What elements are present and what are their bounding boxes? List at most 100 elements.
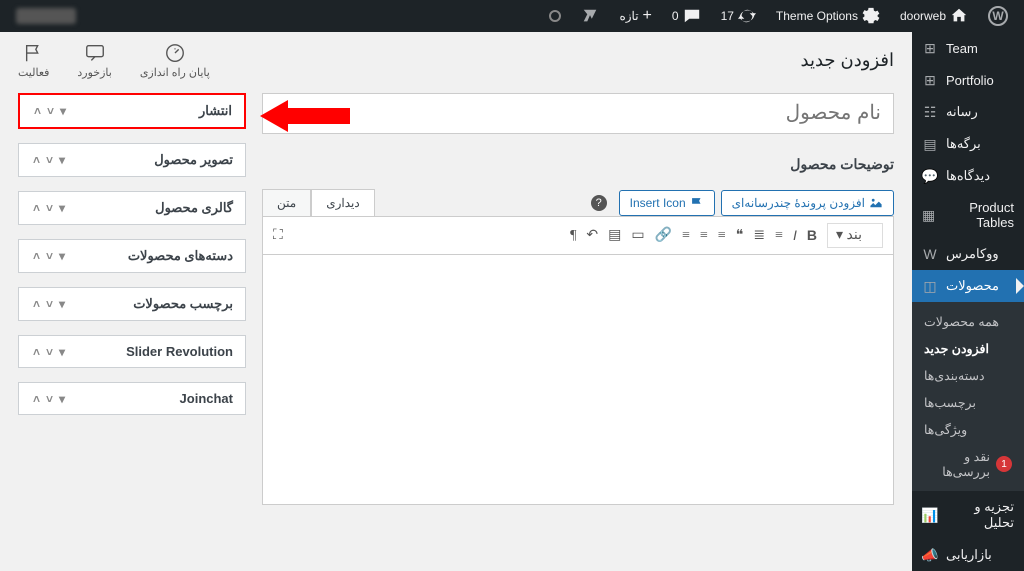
new-content-link[interactable]: + تازه [611, 0, 659, 32]
menu-icon: ☷ [922, 104, 938, 120]
metabox-up-icon[interactable]: ˄ [31, 297, 42, 311]
menu-item[interactable]: برگه‌ها▤ [912, 128, 1024, 160]
flag-small-icon [690, 196, 704, 210]
metabox-up-icon[interactable]: ˄ [31, 392, 42, 406]
menu-item[interactable]: Portfolio⊞ [912, 64, 1024, 96]
activity-action[interactable]: فعالیت [18, 42, 49, 79]
feedback-action[interactable]: بازخورد [77, 42, 111, 79]
menu-icon: ▤ [922, 136, 938, 152]
metabox-up-icon[interactable]: ˄ [31, 249, 42, 263]
menu-item[interactable]: دیدگاه‌ها💬 [912, 160, 1024, 192]
metabox-toggle-icon[interactable]: ▾ [57, 201, 67, 215]
help-icon[interactable]: ? [591, 195, 607, 211]
count-badge: 1 [996, 456, 1012, 472]
metabox: برچسب محصولات ˄ ˅ ▾ [18, 287, 246, 321]
admin-bar: W doorweb Theme Options 17 0 + تازه [0, 0, 1024, 32]
product-title-input[interactable] [262, 93, 894, 134]
undo-button[interactable]: ↶ [586, 227, 598, 244]
metabox-header[interactable]: Joinchat ˄ ˅ ▾ [19, 383, 245, 414]
metabox-header[interactable]: انتشار ˄ ˅ ▾ [20, 95, 244, 127]
align-center-button[interactable]: ≡ [700, 228, 708, 244]
metabox: گالری محصول ˄ ˅ ▾ [18, 191, 246, 225]
ltr-button[interactable]: ¶‎ [570, 228, 576, 244]
flag-icon [23, 42, 45, 64]
metabox-down-icon[interactable]: ˅ [45, 104, 56, 118]
submenu-item[interactable]: ویژگی‌ها [912, 416, 1024, 443]
metabox-header[interactable]: Slider Revolution ˄ ˅ ▾ [19, 336, 245, 367]
metabox-up-icon[interactable]: ˄ [31, 153, 42, 167]
metabox-down-icon[interactable]: ˅ [44, 345, 55, 359]
metabox-up-icon[interactable]: ˄ [32, 104, 43, 118]
menu-item[interactable]: رسانه☷ [912, 96, 1024, 128]
readmore-button[interactable]: ▤ [608, 227, 621, 244]
metabox-down-icon[interactable]: ˅ [44, 249, 55, 263]
menu-item[interactable]: تجزیه و تحلیل📊 [912, 491, 1024, 539]
circle-indicator[interactable] [541, 0, 569, 32]
metabox-title: تصویر محصول [154, 152, 233, 168]
finish-setup-action[interactable]: پایان راه اندازی [140, 42, 210, 79]
comments-link[interactable]: 0 [664, 0, 709, 32]
editor-canvas[interactable] [262, 255, 894, 505]
menu-item[interactable]: Team⊞ [912, 32, 1024, 64]
ul-button[interactable]: ≡ [775, 228, 783, 244]
metabox-toggle-icon[interactable]: ▾ [57, 345, 67, 359]
submenu-item[interactable]: دسته‌بندی‌ها [912, 362, 1024, 389]
metabox-up-icon[interactable]: ˄ [31, 345, 42, 359]
metabox-down-icon[interactable]: ˅ [44, 392, 55, 406]
metabox-header[interactable]: تصویر محصول ˄ ˅ ▾ [19, 144, 245, 176]
user-account[interactable] [8, 0, 84, 32]
menu-icon: W [922, 246, 938, 262]
metabox-down-icon[interactable]: ˅ [44, 297, 55, 311]
add-media-button[interactable]: افزودن پروندهٔ چندرسانه‌ای [721, 190, 894, 216]
updates-link[interactable]: 17 [713, 0, 764, 32]
menu-products[interactable]: محصولات ◫ [912, 270, 1024, 302]
quote-button[interactable]: ❝ [736, 227, 744, 244]
submenu-item[interactable]: افزودن جدید [912, 335, 1024, 362]
metabox-toggle-icon[interactable]: ▾ [58, 104, 68, 118]
metabox-up-icon[interactable]: ˄ [31, 201, 42, 215]
submenu-item[interactable]: همه محصولات [912, 308, 1024, 335]
chat-icon [84, 42, 106, 64]
editor-toolbar: بند ▾ B I ≡ ≣ ❝ ≡ ≡ ≡ 🔗 ▭ ▤ ↶ [262, 216, 894, 255]
ol-button[interactable]: ≣ [753, 227, 765, 244]
metabox: تصویر محصول ˄ ˅ ▾ [18, 143, 246, 177]
theme-options-link[interactable]: Theme Options [768, 0, 888, 32]
products-submenu: همه محصولاتافزودن جدیددسته‌بندی‌هابرچسب‌… [912, 302, 1024, 491]
tab-text[interactable]: متن [262, 189, 311, 216]
metabox-title: انتشار [199, 103, 232, 119]
site-home-link[interactable]: doorweb [892, 0, 976, 32]
menu-item[interactable]: ووکامرسW [912, 238, 1024, 270]
insert-icon-button[interactable]: Insert Icon [619, 190, 715, 216]
metabox-toggle-icon[interactable]: ▾ [57, 153, 67, 167]
menu-item[interactable]: Product Tables▦ [912, 192, 1024, 238]
align-left-button[interactable]: ≡ [682, 228, 690, 244]
plus-icon: + [643, 7, 652, 25]
gauge-icon [164, 42, 186, 64]
metabox-header[interactable]: برچسب محصولات ˄ ˅ ▾ [19, 288, 245, 320]
fullscreen-button[interactable]: ⛶ [273, 228, 283, 244]
submenu-item[interactable]: 1نقد و بررسی‌ها [912, 443, 1024, 485]
tab-visual[interactable]: دیداری [311, 189, 375, 216]
align-right-button[interactable]: ≡ [718, 228, 726, 244]
metabox-down-icon[interactable]: ˅ [44, 201, 55, 215]
metabox-header[interactable]: دسته‌های محصولات ˄ ˅ ▾ [19, 240, 245, 272]
metabox-toggle-icon[interactable]: ▾ [57, 392, 67, 406]
metabox-title: Joinchat [180, 391, 233, 406]
metabox-down-icon[interactable]: ˅ [44, 153, 55, 167]
metabox-toggle-icon[interactable]: ▾ [57, 249, 67, 263]
italic-button[interactable]: I [793, 227, 797, 245]
metabox-title: دسته‌های محصولات [128, 248, 233, 264]
metabox-toggle-icon[interactable]: ▾ [57, 297, 67, 311]
refresh-icon [738, 7, 756, 25]
link-button[interactable]: 🔗 [655, 227, 672, 244]
wp-logo[interactable]: W [980, 0, 1016, 32]
top-actions: فعالیت بازخورد پایان راه اندازی [18, 42, 210, 79]
menu-item[interactable]: بازاریابی📣 [912, 539, 1024, 571]
metabox-header[interactable]: گالری محصول ˄ ˅ ▾ [19, 192, 245, 224]
yoast-icon [581, 7, 599, 25]
submenu-item[interactable]: برچسب‌ها [912, 389, 1024, 416]
paragraph-select[interactable]: بند ▾ [827, 223, 883, 248]
yoast-link[interactable] [573, 0, 607, 32]
more-button[interactable]: ▭ [631, 227, 644, 244]
bold-button[interactable]: B [807, 227, 817, 245]
